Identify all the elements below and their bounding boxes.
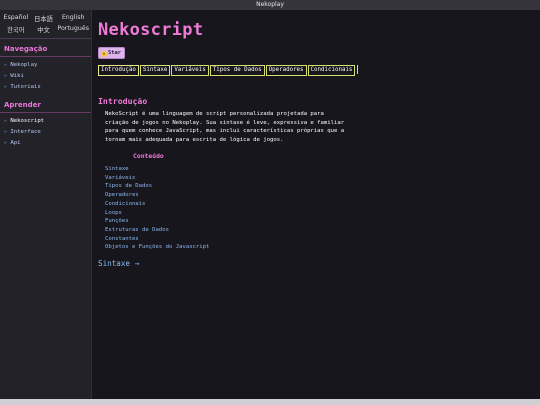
toc-title: Conteúdo — [133, 152, 164, 160]
sidebar-item-nekoscript[interactable]: ▹ Nekoscript — [0, 115, 91, 126]
triangle-right-icon: ▹ — [4, 129, 8, 135]
page-title: Nekoscript — [98, 20, 204, 40]
star-button[interactable]: ★ Star — [98, 47, 125, 59]
toc-link[interactable]: Tipos de Dados — [105, 182, 209, 191]
triangle-right-icon: ▹ — [4, 140, 8, 146]
section-title: Introdução — [98, 96, 148, 106]
toc-link[interactable]: Variáveis — [105, 174, 209, 183]
divider — [0, 56, 91, 57]
sidebar-item-tutoriais[interactable]: ▹ Tutoriais — [0, 81, 91, 92]
intro-line: para quem conhece JavaScript, mas inclui… — [105, 128, 345, 135]
nav-heading-navegacao: Navegação — [4, 45, 48, 53]
intro-line: tornam mais adequada para escrita de lóg… — [105, 136, 284, 143]
triangle-right-icon: ▹ — [4, 73, 8, 79]
tabs-end-divider — [357, 65, 359, 74]
sidebar-item-label: Nekoplay — [10, 62, 38, 68]
triangle-right-icon: ▹ — [4, 62, 8, 68]
bottom-bar — [0, 399, 540, 405]
window-title: Nekoplay — [256, 1, 284, 8]
sidebar-item-nekoplay[interactable]: ▹ Nekoplay — [0, 59, 91, 70]
section-tabs: Introdução Sintaxe Variáveis Tipos de Da… — [98, 65, 359, 76]
language-option[interactable]: 日本語 — [30, 14, 58, 23]
toc-link[interactable]: Condicionais — [105, 200, 209, 209]
tab-tipos-de-dados[interactable]: Tipos de Dados — [209, 65, 265, 76]
star-button-label: Star — [108, 50, 121, 56]
sidebar-item-label: Nekoscript — [10, 118, 45, 124]
intro-line: criação de jogos no Nekoplay. Sua sintax… — [105, 119, 345, 126]
toc-link[interactable]: Operadores — [105, 191, 209, 200]
language-option[interactable]: 한국어 — [2, 25, 30, 34]
sidebar-item-interface[interactable]: ▹ Interface — [0, 126, 91, 137]
window-titlebar: Nekoplay — [0, 0, 540, 10]
main-content: Nekoscript ★ Star Introdução Sintaxe Vari… — [92, 10, 540, 399]
toc-link[interactable]: Loops — [105, 209, 209, 218]
sidebar-item-wiki[interactable]: ▹ Wiki — [0, 70, 91, 81]
language-option[interactable]: 中文 — [30, 25, 58, 34]
intro-paragraph: NekoScript é uma linguagem de script per… — [105, 110, 365, 144]
nav-heading-aprender: Aprender — [4, 101, 41, 109]
toc-link[interactable]: Funções — [105, 217, 209, 226]
sidebar-item-label: Wiki — [10, 73, 24, 79]
tab-variaveis[interactable]: Variáveis — [171, 65, 209, 76]
language-option[interactable]: Português — [57, 25, 89, 34]
sidebar-item-api[interactable]: ▹ Api — [0, 137, 91, 148]
sidebar-item-label: Api — [10, 140, 21, 146]
tab-operadores[interactable]: Operadores — [265, 65, 307, 76]
language-selector: Español 日本語 English 한국어 中文 Português — [0, 10, 91, 34]
sidebar-item-label: Interface — [10, 129, 41, 135]
star-icon: ★ — [101, 51, 107, 57]
tab-sintaxe[interactable]: Sintaxe — [139, 65, 171, 76]
toc-link[interactable]: Estruturas de Dados — [105, 226, 209, 235]
divider — [0, 112, 91, 113]
intro-line: NekoScript é uma linguagem de script per… — [105, 111, 324, 117]
triangle-right-icon: ▹ — [4, 118, 8, 124]
sidebar-item-label: Tutoriais — [10, 84, 41, 90]
triangle-right-icon: ▹ — [4, 84, 8, 90]
next-page-link[interactable]: Sintaxe → — [98, 259, 139, 268]
language-option[interactable]: English — [57, 14, 89, 23]
toc-link[interactable]: Sintaxe — [105, 165, 209, 174]
tab-introducao[interactable]: Introdução — [98, 65, 139, 76]
toc-link[interactable]: Constantes — [105, 235, 209, 244]
sidebar: Español 日本語 English 한국어 中文 Português Nav… — [0, 10, 92, 399]
tab-condicionais[interactable]: Condicionais — [307, 65, 356, 76]
language-option[interactable]: Español — [2, 14, 30, 23]
toc-link[interactable]: Objetos e Funções do Javascript — [105, 243, 209, 252]
table-of-contents: Sintaxe Variáveis Tipos de Dados Operado… — [105, 165, 209, 252]
